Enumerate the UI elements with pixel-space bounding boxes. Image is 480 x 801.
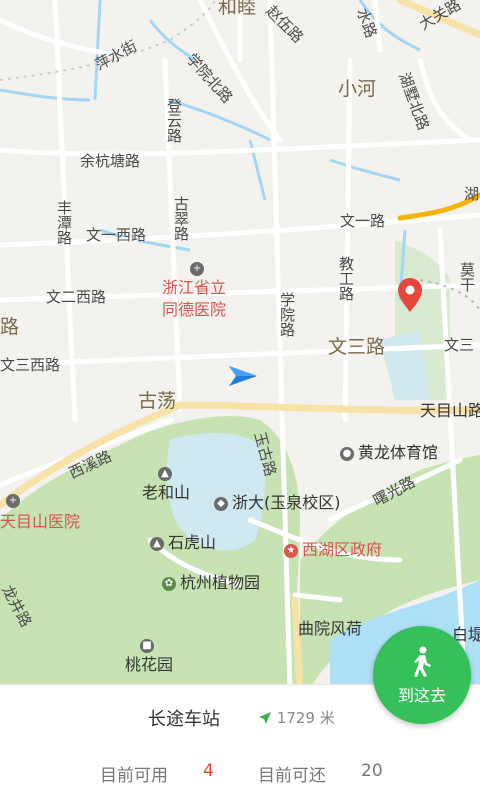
poi-botanical-garden[interactable]: ✿ 杭州植物园 — [162, 574, 260, 592]
poi-xihu-gov-label: 西湖区政府 — [302, 540, 383, 559]
label-gucui-road: 古翠路 — [172, 196, 190, 241]
label-lu: 路 — [0, 316, 20, 338]
label-wensan-road: 文三路 — [328, 336, 386, 358]
poi-tianmushan-hospital-icon-wrap[interactable]: + — [6, 490, 24, 510]
label-wensanxi-road: 文三西路 — [0, 356, 61, 374]
label-tongde-2: 同德医院 — [162, 300, 227, 319]
poi-laoheshan-icon-wrap[interactable]: ▲ — [158, 464, 176, 482]
label-mogan: 莫干 — [458, 262, 476, 292]
return-value: 20 — [361, 761, 383, 781]
poi-xihu-government[interactable]: ★ 西湖区政府 — [284, 540, 382, 560]
label-tongde-1: 浙江省立 — [162, 278, 227, 297]
label-wensan-east: 文三 — [444, 336, 475, 354]
walking-person-icon — [414, 646, 431, 677]
park-icon: ■ — [140, 638, 154, 653]
label-hemu: 和睦 — [218, 0, 257, 18]
mountain-icon: ▲ — [158, 466, 172, 481]
label-dengyun-road: 登云路 — [165, 98, 183, 143]
poi-shihushan[interactable]: ▲ 石虎山 — [150, 534, 216, 552]
available-label: 目前可用 — [100, 766, 168, 786]
poi-taohuayuan-icon-wrap[interactable]: ■ — [140, 636, 158, 654]
label-tianmushan-road: 天目山路 — [420, 401, 480, 420]
hospital-icon: + — [6, 493, 20, 508]
label-taohuayuan: 桃花园 — [125, 655, 174, 674]
mountain-icon: ▲ — [150, 536, 164, 551]
label-jiaogong-road: 教工路 — [337, 256, 355, 301]
poi-zheda-label: 浙大(玉泉校区) — [232, 493, 341, 512]
poi-botanical-label: 杭州植物园 — [180, 573, 261, 592]
label-laoheshan: 老和山 — [142, 483, 191, 502]
label-yuhangtang-road: 余杭塘路 — [80, 152, 141, 170]
label-xiaohe: 小河 — [338, 78, 377, 100]
poi-zheda-yuquan[interactable]: ◆ 浙大(玉泉校区) — [214, 494, 341, 512]
stadium-icon: ● — [340, 446, 354, 461]
go-here-button[interactable]: 到这去 — [373, 626, 471, 724]
label-quyuan-fenghe: 曲院风荷 — [298, 619, 363, 638]
available-value: 4 — [203, 761, 214, 781]
station-name: 长途车站 — [148, 709, 220, 730]
poi-tongde-hospital-icon-wrap[interactable]: + — [190, 258, 208, 278]
poi-huanglong-label: 黄龙体育馆 — [358, 443, 439, 462]
distance-value: 1729 米 — [276, 709, 335, 727]
label-tianmushan-hospital: 天目山医院 — [0, 512, 81, 531]
poi-shihushan-label: 石虎山 — [168, 533, 217, 552]
label-wenyixi-road: 文一西路 — [86, 226, 147, 244]
garden-icon: ✿ — [162, 576, 176, 591]
poi-huanglong-stadium[interactable]: ● 黄龙体育馆 — [340, 444, 438, 462]
hospital-icon: + — [190, 261, 204, 276]
label-wenyi-road: 文一路 — [340, 212, 386, 230]
direction-arrow-icon — [259, 712, 271, 724]
label-fengtan-road: 丰潭路 — [55, 200, 73, 245]
label-xueyuan-road: 学院路 — [278, 292, 296, 337]
label-gudang: 古荡 — [138, 390, 177, 412]
label-wenerxi-road: 文二西路 — [46, 288, 107, 306]
station-distance: 1729 米 — [258, 707, 335, 728]
go-here-label: 到这去 — [397, 686, 446, 705]
school-icon: ◆ — [214, 496, 228, 511]
government-star-icon: ★ — [284, 543, 298, 558]
label-hu: 湖 — [462, 186, 480, 201]
return-label: 目前可还 — [258, 766, 326, 786]
